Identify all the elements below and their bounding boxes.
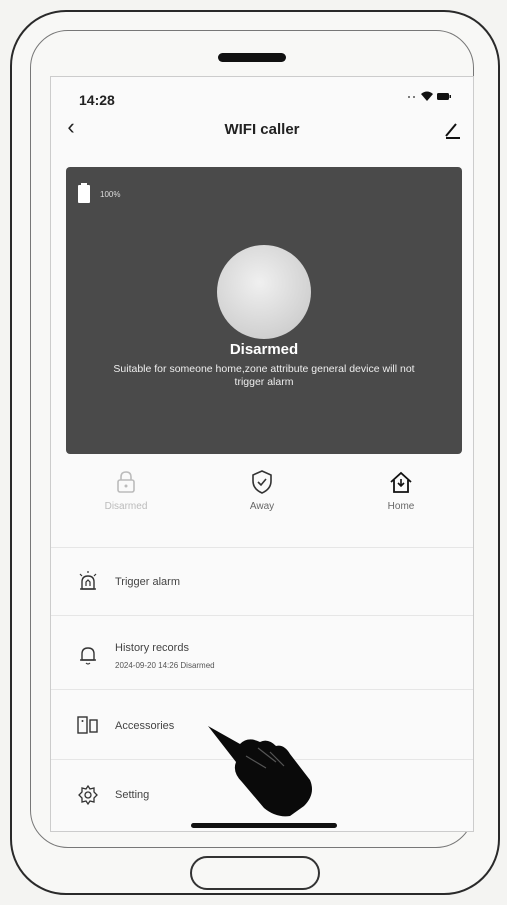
menu-history-records[interactable]: History records 2024-09-20 14:26 Disarme…	[51, 615, 473, 689]
shield-check-icon	[252, 470, 272, 494]
arm-state-label: Disarmed	[229, 341, 299, 358]
lock-icon	[117, 471, 135, 493]
home-indicator	[191, 823, 337, 828]
alarm-siren-icon	[79, 571, 97, 590]
pointing-hand-icon	[208, 726, 312, 817]
menu-history-label: History records	[115, 642, 189, 654]
arm-state-panel: 100% Disarmed Suitable for someone home,…	[66, 167, 462, 454]
menu-setting-label: Setting	[115, 789, 150, 801]
menu-trigger-alarm[interactable]: Trigger alarm	[51, 547, 473, 615]
status-icons	[405, 89, 453, 108]
app-screen: 14:28 ‹ WIFI caller 100% Disarmed Suitab…	[50, 76, 474, 832]
status-time: 14:28	[79, 92, 115, 108]
mode-away-button[interactable]: Away	[212, 469, 312, 512]
gear-icon	[78, 784, 98, 806]
page-title: WIFI caller	[224, 121, 300, 138]
wifi-battery-icon	[408, 91, 451, 101]
arm-state-description: Suitable for someone home,zone attribute…	[113, 363, 415, 388]
battery-icon	[78, 183, 90, 208]
menu-accessories-label: Accessories	[115, 720, 175, 732]
arm-state-button[interactable]	[217, 245, 311, 339]
phone-home-button[interactable]	[190, 856, 320, 890]
phone-speaker	[218, 53, 286, 62]
mode-disarmed-button[interactable]: Disarmed	[76, 469, 176, 512]
bell-icon	[80, 647, 96, 665]
mode-home-button[interactable]: Home	[351, 469, 451, 512]
edit-icon[interactable]	[441, 117, 465, 141]
menu-trigger-alarm-label: Trigger alarm	[115, 576, 180, 588]
mode-away-label: Away	[249, 501, 275, 512]
menu-history-subtitle: 2024-09-20 14:26 Disarmed	[115, 661, 215, 670]
device-icon	[77, 716, 98, 734]
home-icon	[390, 471, 412, 493]
battery-percent: 100%	[100, 190, 121, 199]
mode-disarmed-label: Disarmed	[104, 501, 148, 512]
mode-home-label: Home	[387, 501, 415, 512]
